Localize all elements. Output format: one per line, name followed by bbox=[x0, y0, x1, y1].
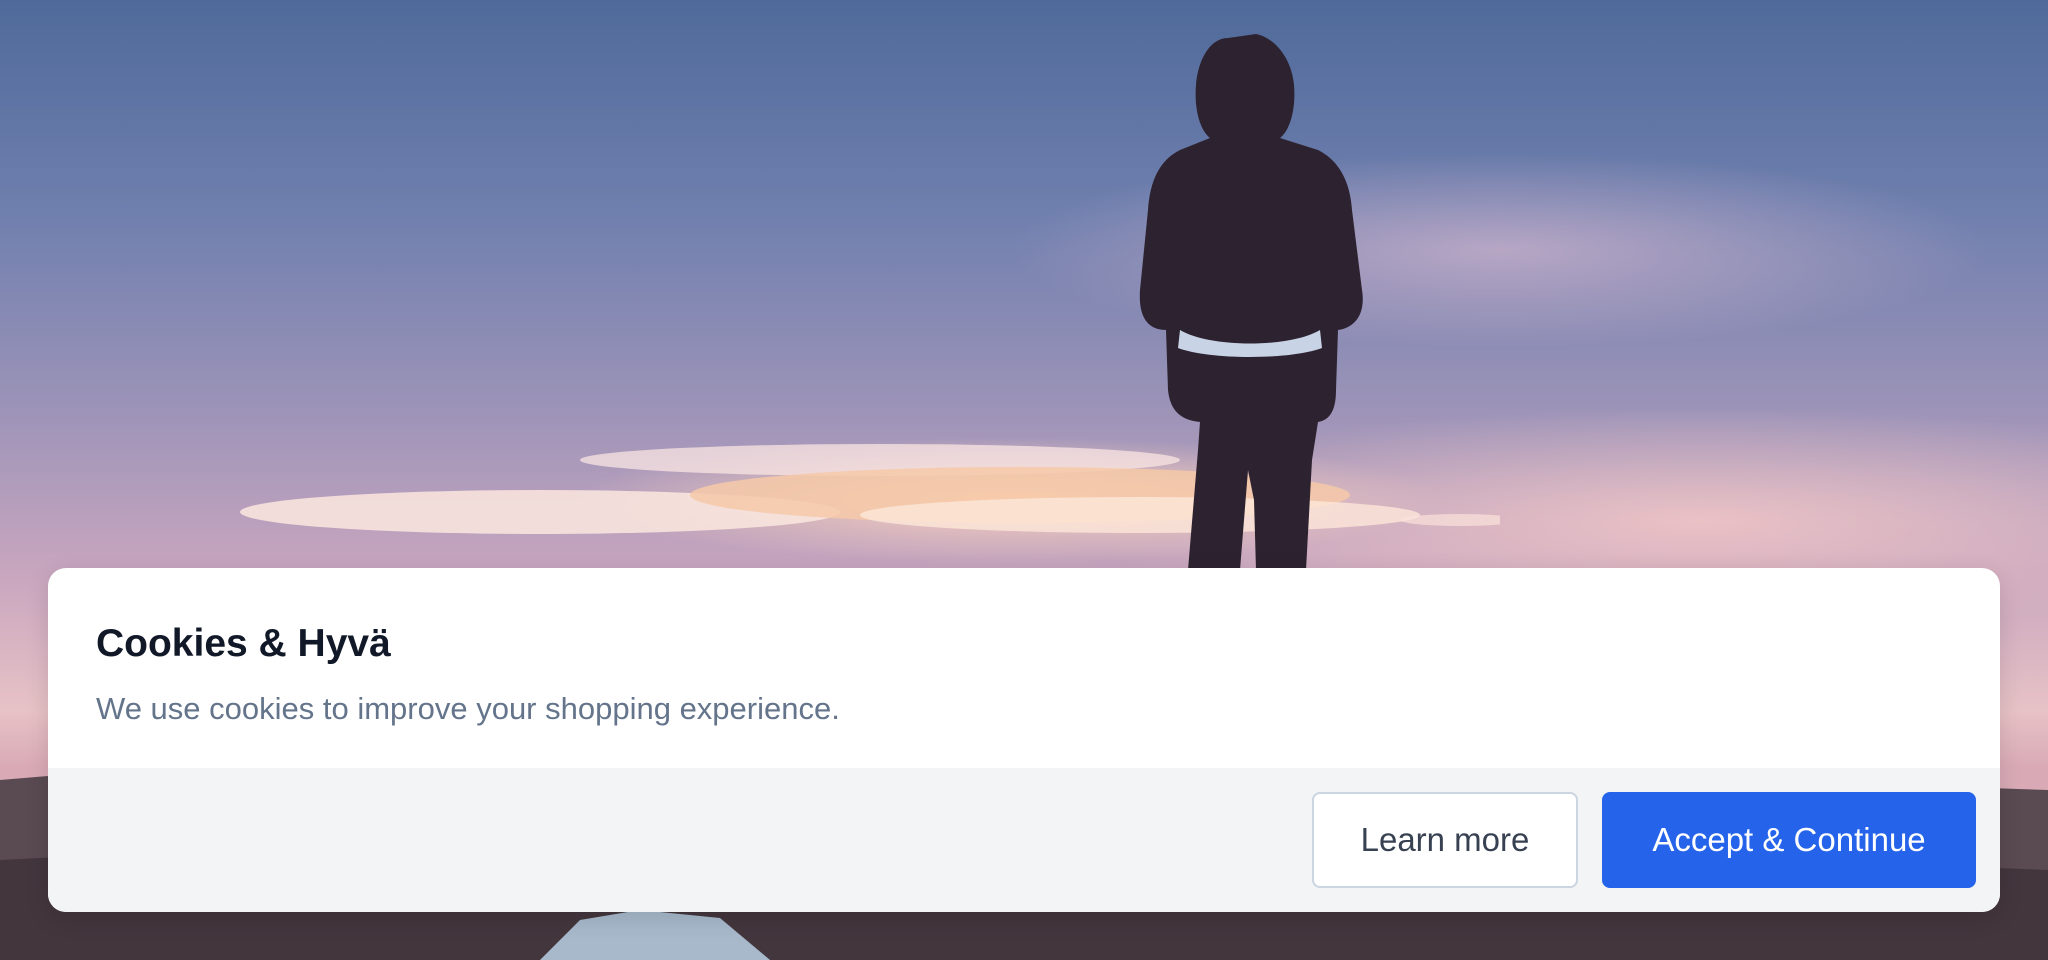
hooded-person-silhouette bbox=[1139, 34, 1363, 570]
cookie-consent-banner: Cookies & Hyvä We use cookies to improve… bbox=[48, 568, 2000, 912]
cookie-banner-message: We use cookies to improve your shopping … bbox=[96, 691, 840, 726]
learn-more-button[interactable]: Learn more bbox=[1312, 792, 1578, 888]
accept-continue-button[interactable]: Accept & Continue bbox=[1602, 792, 1976, 888]
page: Cookies & Hyvä We use cookies to improve… bbox=[0, 0, 2048, 960]
cookie-banner-title: Cookies & Hyvä bbox=[96, 622, 391, 665]
cookie-banner-body: Cookies & Hyvä We use cookies to improve… bbox=[48, 568, 2000, 768]
cookie-banner-footer: Learn more Accept & Continue bbox=[48, 768, 2000, 912]
